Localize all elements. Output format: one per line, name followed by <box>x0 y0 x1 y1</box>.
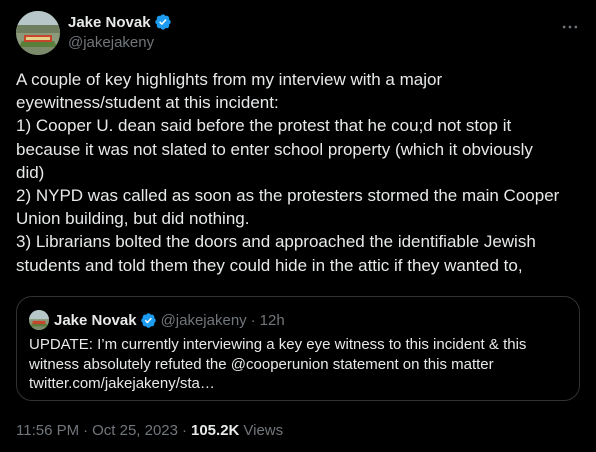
quoted-avatar-image <box>29 310 49 330</box>
tweet-line: A couple of key highlights from my inter… <box>16 70 443 89</box>
author-avatar[interactable] <box>16 11 60 55</box>
meta-separator: · <box>182 422 187 439</box>
author-info: Jake Novak @jakejakeny <box>68 12 172 51</box>
meta-separator: · <box>83 422 89 439</box>
quoted-author-display-name: Jake Novak <box>54 311 137 329</box>
author-display-name[interactable]: Jake Novak <box>68 14 151 31</box>
tweet-date[interactable]: Oct 25, 2023 <box>92 422 178 439</box>
author-handle[interactable]: @jakejakeny <box>68 34 172 51</box>
quoted-tweet[interactable]: Jake Novak @jakejakeny · 12h UPDATE: I’m… <box>16 296 580 401</box>
tweet-meta: 11:56 PM · Oct 25, 2023 · 105.2K Views <box>16 422 283 439</box>
quoted-timestamp: 12h <box>259 311 285 329</box>
quoted-separator: · <box>250 311 256 329</box>
quoted-author-handle: @jakejakeny <box>160 311 247 329</box>
tweet-line: 1) Cooper U. dean said before the protes… <box>16 116 512 136</box>
tweet-line: because it was not slated to enter schoo… <box>16 139 533 159</box>
quoted-line: UPDATE: I’m currently interviewing a key… <box>29 336 527 353</box>
tweet-time[interactable]: 11:56 PM <box>16 422 79 439</box>
quoted-author-avatar <box>29 310 49 330</box>
tweet-line: Union building, but did nothing. <box>16 209 250 229</box>
tweet-line: students and told them they could hide i… <box>16 255 523 275</box>
tweet-header: Jake Novak @jakejakeny <box>16 11 580 55</box>
quoted-link: twitter.com/jakejakeny/sta… <box>29 375 215 393</box>
views-count: 105.2K <box>191 422 240 439</box>
tweet-line: 2) NYPD was called as soon as the protes… <box>16 186 560 206</box>
more-dots-icon[interactable] <box>560 17 580 37</box>
quoted-tweet-body: UPDATE: I’m currently interviewing a key… <box>29 335 569 394</box>
verified-badge-icon[interactable] <box>154 13 172 31</box>
tweet-line: 3) Librarians bolted the doors and appro… <box>16 232 536 252</box>
tweet-body: A couple of key highlights from my inter… <box>16 68 582 277</box>
quoted-tweet-header: Jake Novak @jakejakeny · 12h <box>29 310 285 330</box>
tweet-line: eyewitness/student at this incident: <box>16 93 279 113</box>
avatar-image <box>16 11 60 55</box>
views-label: Views <box>243 422 284 439</box>
verified-badge-icon <box>140 312 156 328</box>
quoted-line: witness absolutely refuted the @cooperun… <box>29 355 494 373</box>
tweet-line: did) <box>16 162 45 182</box>
